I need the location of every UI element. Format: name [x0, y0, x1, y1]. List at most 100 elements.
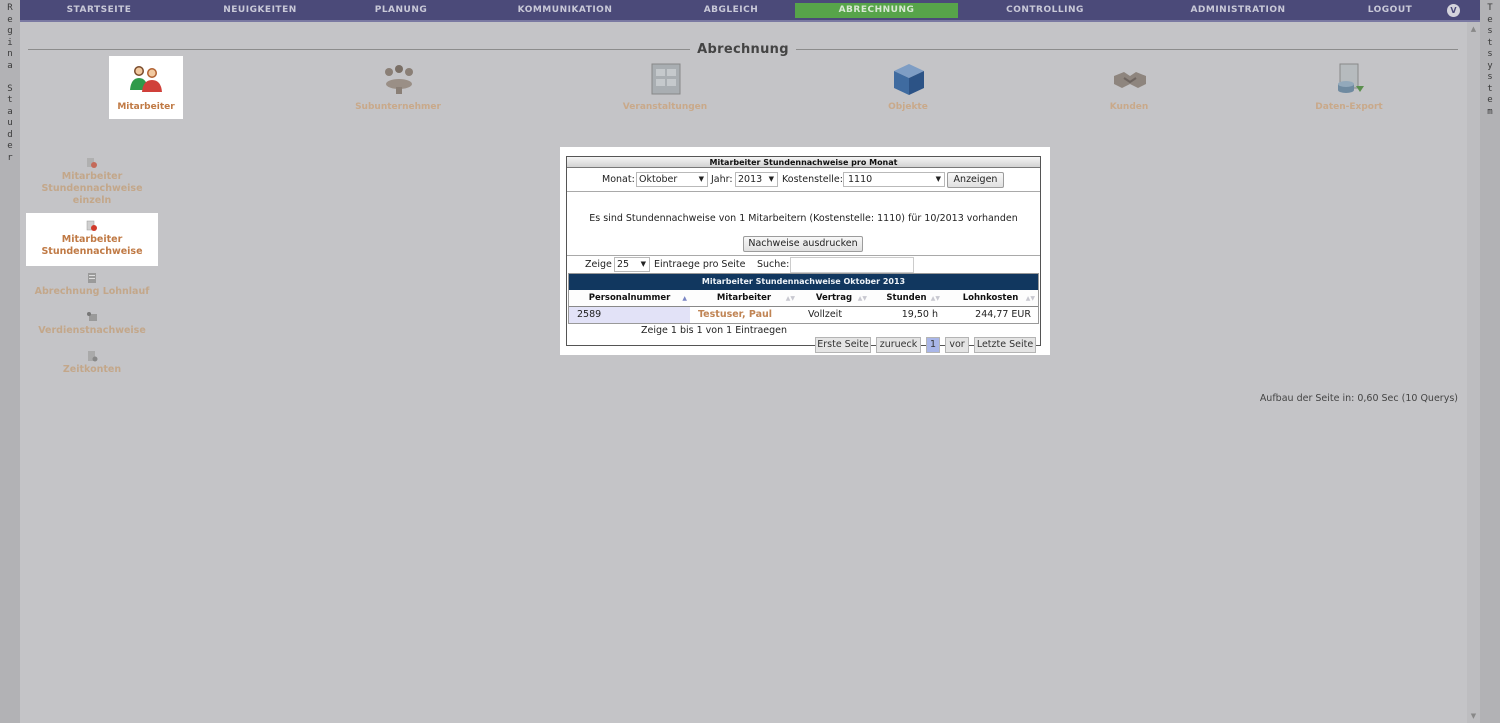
module-daten-export[interactable]: Daten-Export [1289, 56, 1409, 119]
print-button[interactable]: Nachweise ausdrucken [743, 236, 863, 252]
kostenstelle-select[interactable]: 1110 ▼ [843, 172, 945, 187]
rail-letter: s [1487, 49, 1493, 59]
rail-letter: t [1487, 37, 1493, 48]
heading-rule-right [796, 49, 1458, 50]
nav-planung[interactable]: PLANUNG [350, 3, 452, 18]
nav-kommunikation[interactable]: KOMMUNIKATION [510, 3, 620, 18]
rail-letter: t [7, 95, 13, 105]
scroll-down-icon[interactable]: ▼ [1469, 712, 1478, 720]
module-subunternehmer[interactable]: Subunternehmer [338, 56, 458, 119]
sort-icon: ▲▼ [1025, 295, 1035, 302]
nav-abgleich[interactable]: ABGLEICH [680, 3, 782, 18]
cell-vertrag: Vollzeit [808, 309, 843, 320]
rail-letter: i [7, 37, 13, 48]
col-personalnummer[interactable]: Personalnummer ▲ [569, 290, 690, 307]
sort-icon: ▲▼ [785, 295, 795, 302]
subnav-verdienstnachweise[interactable]: Verdienstnachweise [26, 311, 158, 337]
subnav-zeitkonten[interactable]: Zeitkonten [26, 350, 158, 376]
sort-icon: ▲▼ [930, 295, 940, 302]
rail-letter: R [7, 3, 13, 13]
monat-label: Monat: [602, 174, 635, 185]
kostenstelle-label: Kostenstelle: [782, 174, 843, 185]
page-size-select[interactable]: 25 ▼ [614, 257, 650, 272]
rail-letter: u [7, 118, 13, 128]
chevron-down-icon: ▼ [935, 175, 941, 183]
scroll-up-icon[interactable]: ▲ [1469, 25, 1478, 33]
earnings-icon [87, 312, 97, 321]
module-label: Subunternehmer [355, 102, 441, 112]
module-veranstaltungen[interactable]: Veranstaltungen [605, 56, 725, 119]
payroll-icon [88, 273, 96, 283]
table-header: Personalnummer ▲ Mitarbeiter ▲▼ Vertrag ▲▼ … [569, 290, 1038, 307]
events-icon [651, 63, 681, 95]
pagination-prev[interactable]: zurueck [876, 337, 921, 353]
col-label: Vertrag [815, 293, 853, 303]
chevron-down-icon: ▼ [768, 175, 774, 183]
col-vertrag[interactable]: Vertrag ▲▼ [798, 290, 870, 307]
col-label: Stunden [886, 293, 927, 303]
module-mitarbeiter[interactable]: Mitarbeiter [109, 56, 183, 119]
user-name-rail: ReginaStauder [0, 0, 20, 723]
nav-startseite[interactable]: STARTSEITE [48, 3, 150, 18]
search-input[interactable] [790, 257, 914, 273]
table-length-row: Zeige 25 ▼ Eintraege pro Seite Suche: [567, 257, 1040, 273]
module-objekte[interactable]: Objekte [848, 56, 968, 119]
rail-letter: s [1487, 26, 1493, 36]
nav-neuigkeiten[interactable]: NEUIGKEITEN [210, 3, 310, 18]
nav-logout[interactable]: LOGOUT [1360, 3, 1420, 18]
timesheet-panel: Mitarbeiter Stundennachweise pro Monat M… [566, 156, 1041, 353]
module-label: Daten-Export [1315, 102, 1383, 112]
module-label: Objekte [888, 102, 928, 112]
page-title: Abrechnung [697, 42, 789, 57]
pagination-current[interactable]: 1 [926, 337, 940, 353]
entries-label: Eintraege pro Seite [654, 259, 746, 270]
subcontractor-icon [385, 65, 413, 94]
kostenstelle-value: 1110 [848, 174, 873, 185]
jahr-label: Jahr: [711, 174, 733, 185]
col-stunden[interactable]: Stunden ▲▼ [870, 290, 943, 307]
col-label: Lohnkosten [962, 293, 1019, 303]
heading-rule-left [28, 49, 690, 50]
cell-personalnummer: 2589 [569, 307, 690, 323]
page-scrollbar[interactable]: ▲ ▼ [1467, 22, 1480, 723]
nav-abrechnung[interactable]: ABRECHNUNG [795, 3, 958, 18]
table-title: Mitarbeiter Stundennachweise Oktober 201… [569, 274, 1038, 290]
rail-letter: n [7, 49, 13, 59]
nav-controlling[interactable]: CONTROLLING [990, 3, 1100, 18]
table-info: Zeige 1 bis 1 von 1 Eintraegen [641, 325, 788, 336]
anzeigen-button[interactable]: Anzeigen [947, 172, 1004, 188]
pagination-last[interactable]: Letzte Seite [974, 337, 1036, 353]
rail-letter: e [7, 14, 13, 25]
subnav-abrechnung-lohnlauf[interactable]: Abrechnung Lohnlauf [26, 272, 158, 298]
rail-letter: r [7, 152, 13, 163]
rail-letter: T [1487, 3, 1493, 13]
rail-letter [0, 72, 20, 84]
subnav-label-line2: Stundennachweise [41, 246, 143, 257]
subnav-stundennachweise-einzeln[interactable]: Mitarbeiter Stundennachweise einzeln [26, 157, 158, 207]
cell-mitarbeiter-link[interactable]: Testuser, Paul [690, 307, 798, 323]
timesheet-icon [86, 220, 97, 231]
subnav-label-line1: Abrechnung Lohnlauf [34, 286, 150, 297]
module-kunden[interactable]: Kunden [1069, 56, 1189, 119]
subnav-label-line1: Mitarbeiter [61, 171, 123, 182]
pagination-first[interactable]: Erste Seite [815, 337, 871, 353]
col-lohnkosten[interactable]: Lohnkosten ▲▼ [943, 290, 1038, 307]
subnav-stundennachweise[interactable]: Mitarbeiter Stundennachweise [26, 213, 158, 266]
employees-icon [130, 66, 162, 92]
nav-administration[interactable]: ADMINISTRATION [1180, 3, 1296, 18]
rail-letter: S [7, 83, 13, 94]
panel-title: Mitarbeiter Stundennachweise pro Monat [567, 157, 1040, 168]
monat-select[interactable]: Oktober ▼ [636, 172, 708, 187]
pagination-next[interactable]: vor [945, 337, 969, 353]
module-label: Veranstaltungen [622, 102, 708, 112]
sort-icon: ▲▼ [857, 295, 867, 302]
col-mitarbeiter[interactable]: Mitarbeiter ▲▼ [690, 290, 798, 307]
timesheet-table: Mitarbeiter Stundennachweise Oktober 201… [568, 273, 1039, 324]
rail-letter: d [7, 129, 13, 140]
col-label: Mitarbeiter [716, 293, 772, 303]
rail-letter: a [7, 106, 13, 117]
table-row[interactable]: 2589 Testuser, Paul Vollzeit 19,50 h 244… [569, 307, 1038, 323]
user-avatar-icon[interactable]: V [1447, 4, 1460, 17]
jahr-select[interactable]: 2013 ▼ [735, 172, 778, 187]
cell-lohnkosten: 244,77 EUR [975, 309, 1031, 320]
